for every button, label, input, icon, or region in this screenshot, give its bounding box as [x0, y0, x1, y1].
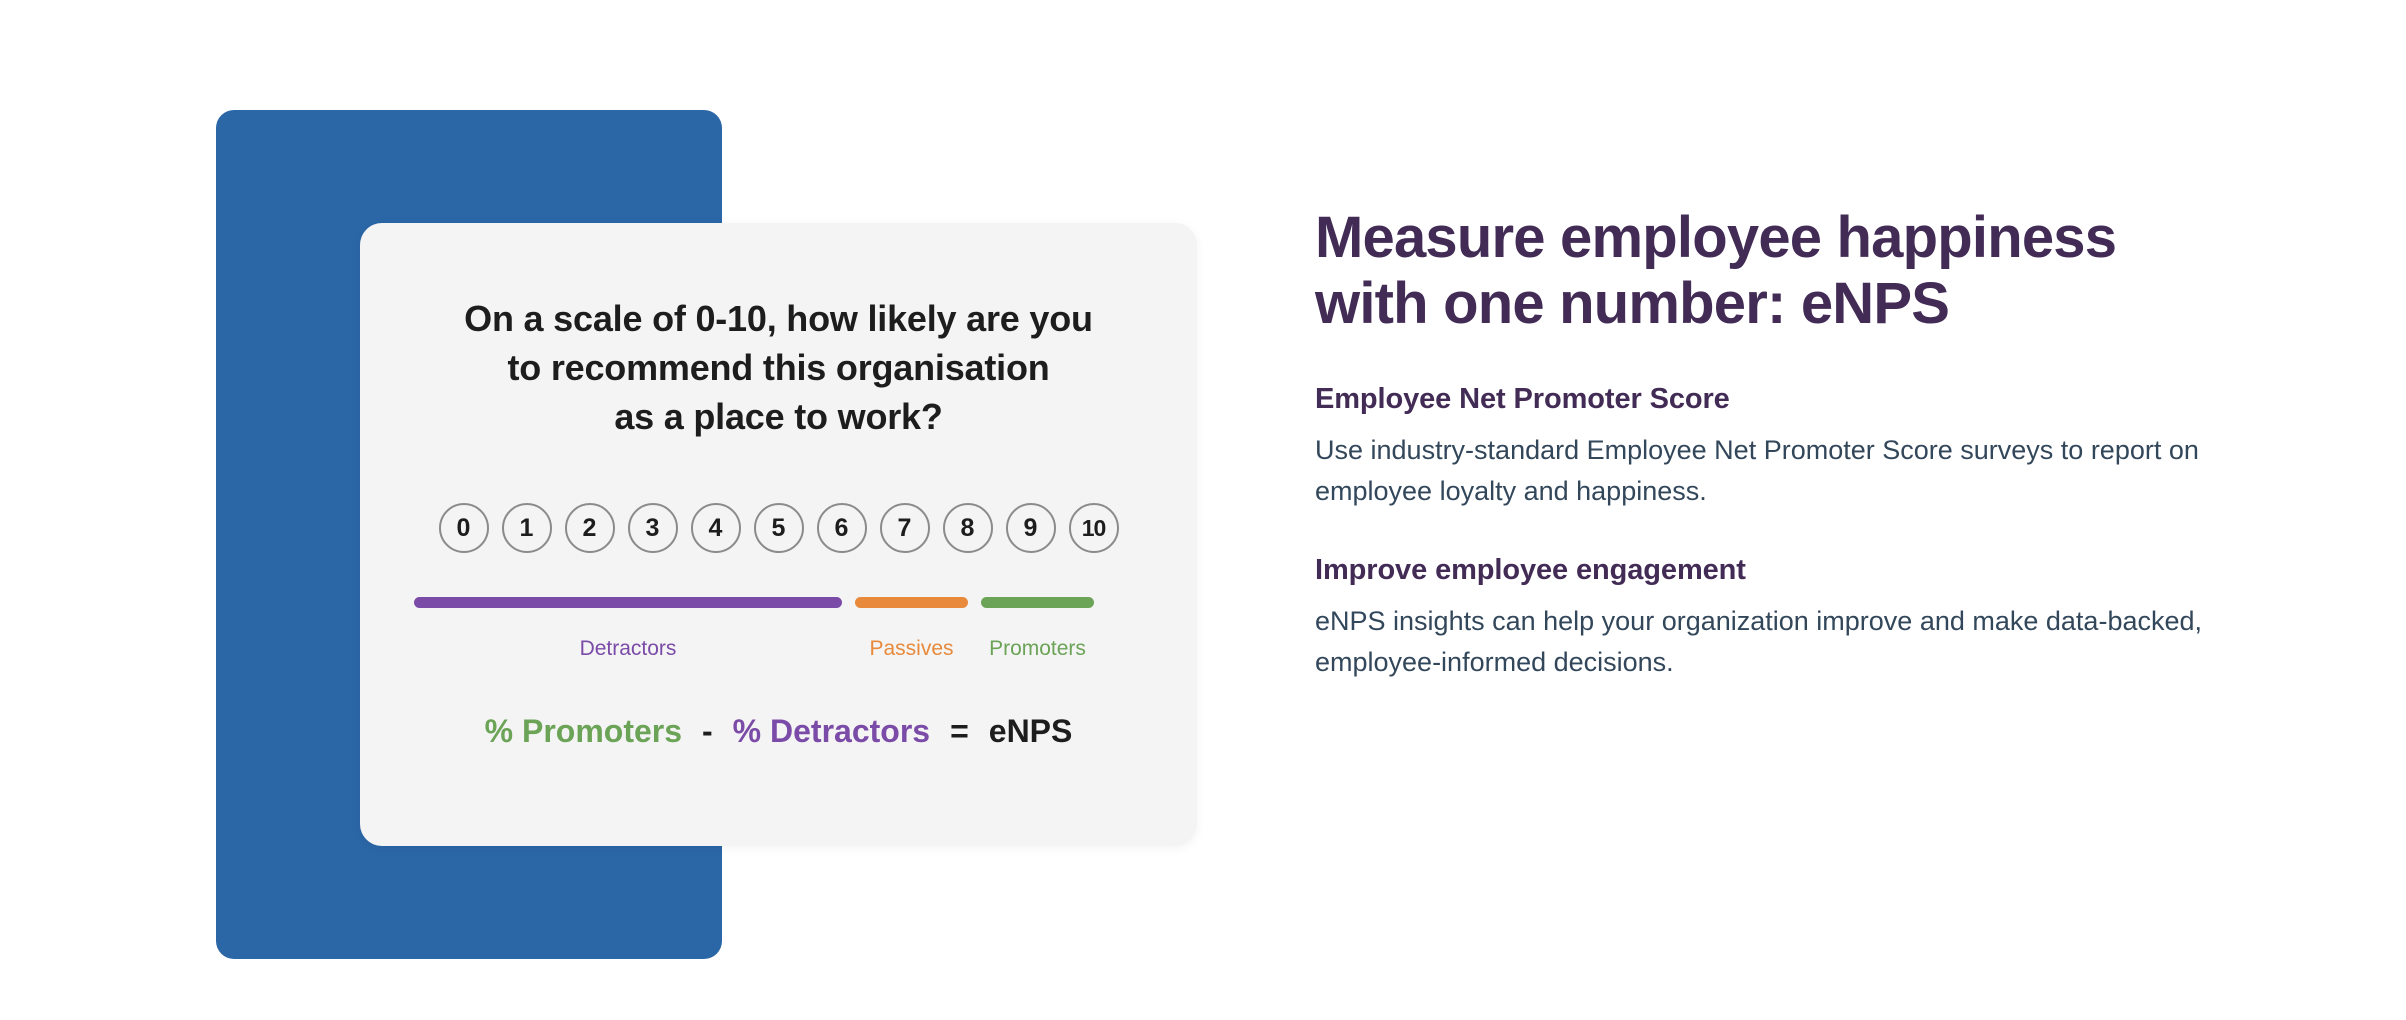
segment-label-detractors: Detractors: [579, 637, 677, 660]
feature-section-enps: Employee Net Promoter Score Use industry…: [1315, 383, 2275, 512]
survey-question: On a scale of 0-10, how likely are you t…: [360, 295, 1197, 442]
page-title: Measure employee happiness with one numb…: [1315, 205, 2275, 337]
rating-option-label: 10: [1081, 514, 1107, 541]
segment-bar-promoters: [981, 597, 1094, 608]
segment-bar-passives: [855, 597, 968, 608]
formula-promoters-term: % Promoters: [484, 713, 683, 749]
question-line-1: On a scale of 0-10, how likely are you: [464, 298, 1093, 339]
rating-option-label: 4: [708, 513, 723, 542]
rating-option-label: 0: [456, 513, 471, 542]
feature-title-enps: Employee Net Promoter Score: [1315, 383, 1730, 416]
rating-option-0[interactable]: 0: [438, 503, 489, 553]
content-column: Measure employee happiness with one numb…: [1315, 205, 2275, 683]
rating-option-label: 7: [897, 513, 912, 542]
rating-option-8[interactable]: 8: [942, 503, 993, 553]
segment-bars: [414, 596, 1143, 609]
segment-legend: Detractors Passives Promoters: [414, 637, 1143, 667]
rating-option-label: 1: [519, 513, 534, 542]
segment-label-passives: Passives: [869, 637, 954, 660]
formula-detractors-term: % Detractors: [732, 713, 931, 749]
formula-minus-operator: -: [702, 713, 713, 749]
rating-option-label: 8: [960, 513, 975, 542]
feature-body-enps: Use industry-standard Employee Net Promo…: [1315, 435, 2199, 507]
rating-option-1[interactable]: 1: [501, 503, 552, 553]
formula-equals-operator: =: [950, 713, 969, 749]
formula-result-enps: eNPS: [988, 713, 1073, 749]
segment-label-promoters: Promoters: [989, 637, 1086, 660]
rating-option-9[interactable]: 9: [1005, 503, 1056, 553]
enps-illustration: On a scale of 0-10, how likely are you t…: [0, 0, 1250, 1020]
question-line-2: to recommend this organisation: [507, 346, 1050, 388]
rating-scale[interactable]: 0 1 2 3 4 5 6 7 8 9 10: [410, 503, 1147, 553]
feature-body-engagement: eNPS insights can help your organization…: [1315, 606, 2203, 678]
rating-option-6[interactable]: 6: [816, 503, 867, 553]
segment-bar-detractors: [414, 597, 842, 608]
page-title-line-2: with one number: eNPS: [1315, 271, 1950, 337]
feature-section-engagement: Improve employee engagement eNPS insight…: [1315, 554, 2275, 683]
survey-card: On a scale of 0-10, how likely are you t…: [360, 223, 1197, 846]
rating-option-3[interactable]: 3: [627, 503, 678, 553]
rating-option-10[interactable]: 10: [1068, 503, 1119, 553]
page-title-line-1: Measure employee happiness: [1315, 205, 2117, 270]
rating-option-5[interactable]: 5: [753, 503, 804, 553]
rating-option-7[interactable]: 7: [879, 503, 930, 553]
rating-option-2[interactable]: 2: [564, 503, 615, 553]
feature-title-engagement: Improve employee engagement: [1315, 554, 1746, 587]
rating-option-label: 6: [834, 513, 849, 542]
question-line-3: as a place to work?: [614, 395, 943, 437]
rating-option-label: 2: [582, 513, 597, 542]
rating-option-label: 9: [1023, 513, 1038, 542]
rating-option-4[interactable]: 4: [690, 503, 741, 553]
rating-option-label: 3: [645, 513, 660, 542]
enps-formula: % Promoters - % Detractors = eNPS: [360, 713, 1197, 750]
rating-option-label: 5: [771, 513, 786, 542]
